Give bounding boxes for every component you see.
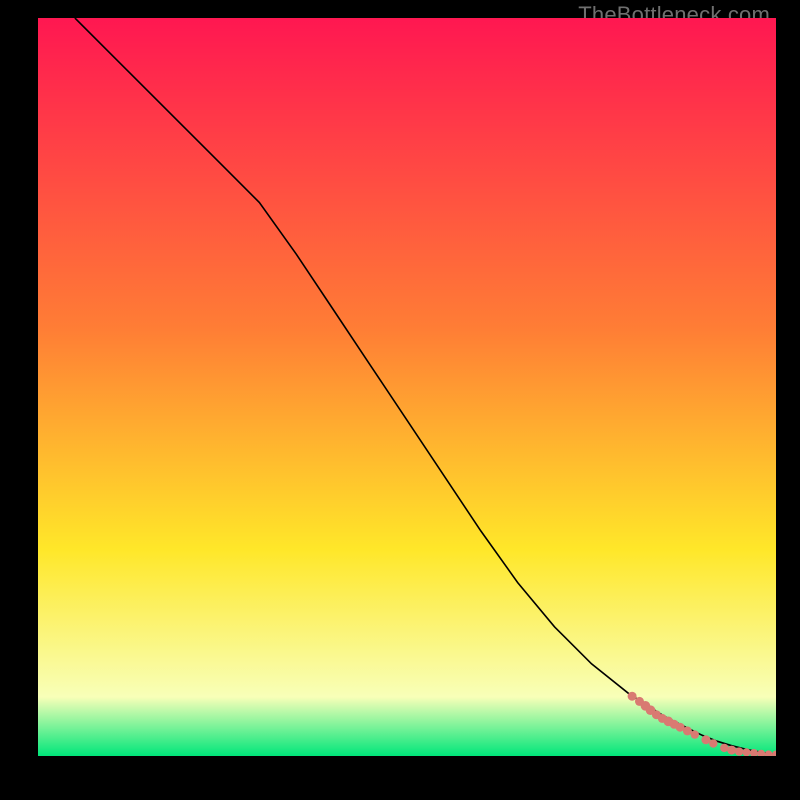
highlight-point [691, 730, 699, 738]
highlight-point [683, 726, 692, 735]
highlight-point [628, 692, 637, 701]
plot-area [38, 18, 776, 756]
gradient-bg [38, 18, 776, 756]
chart-stage: TheBottleneck.com [0, 0, 800, 800]
highlight-point [743, 748, 751, 756]
highlight-point [720, 744, 728, 752]
highlight-point [701, 735, 710, 744]
highlight-point [709, 739, 717, 747]
highlight-point [735, 747, 743, 755]
chart-svg [38, 18, 776, 756]
highlight-point [727, 746, 736, 755]
